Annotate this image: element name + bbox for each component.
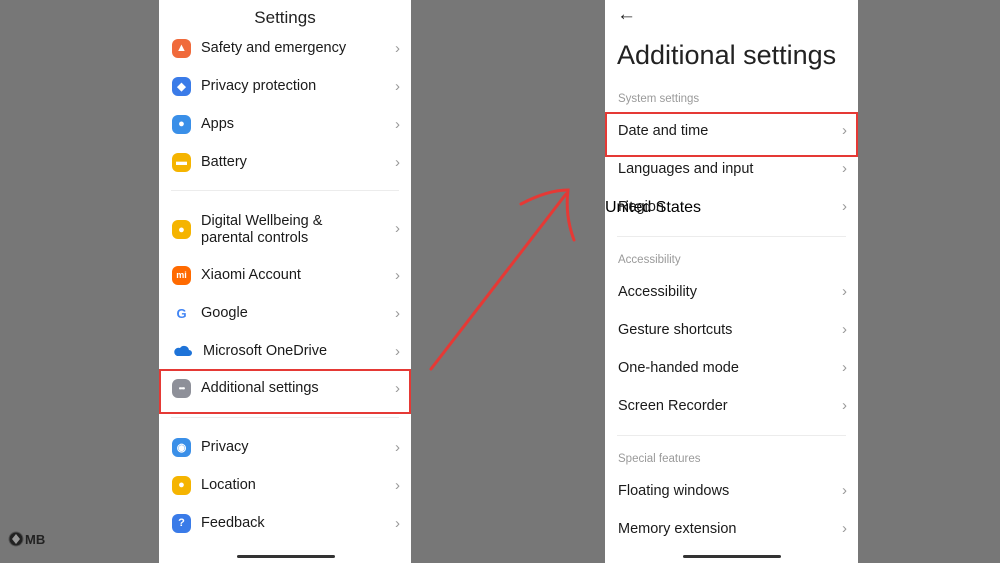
red-arrow-annotation	[429, 188, 576, 371]
svg-text:MB: MB	[25, 532, 45, 547]
watermark-logo: MB	[8, 527, 54, 551]
